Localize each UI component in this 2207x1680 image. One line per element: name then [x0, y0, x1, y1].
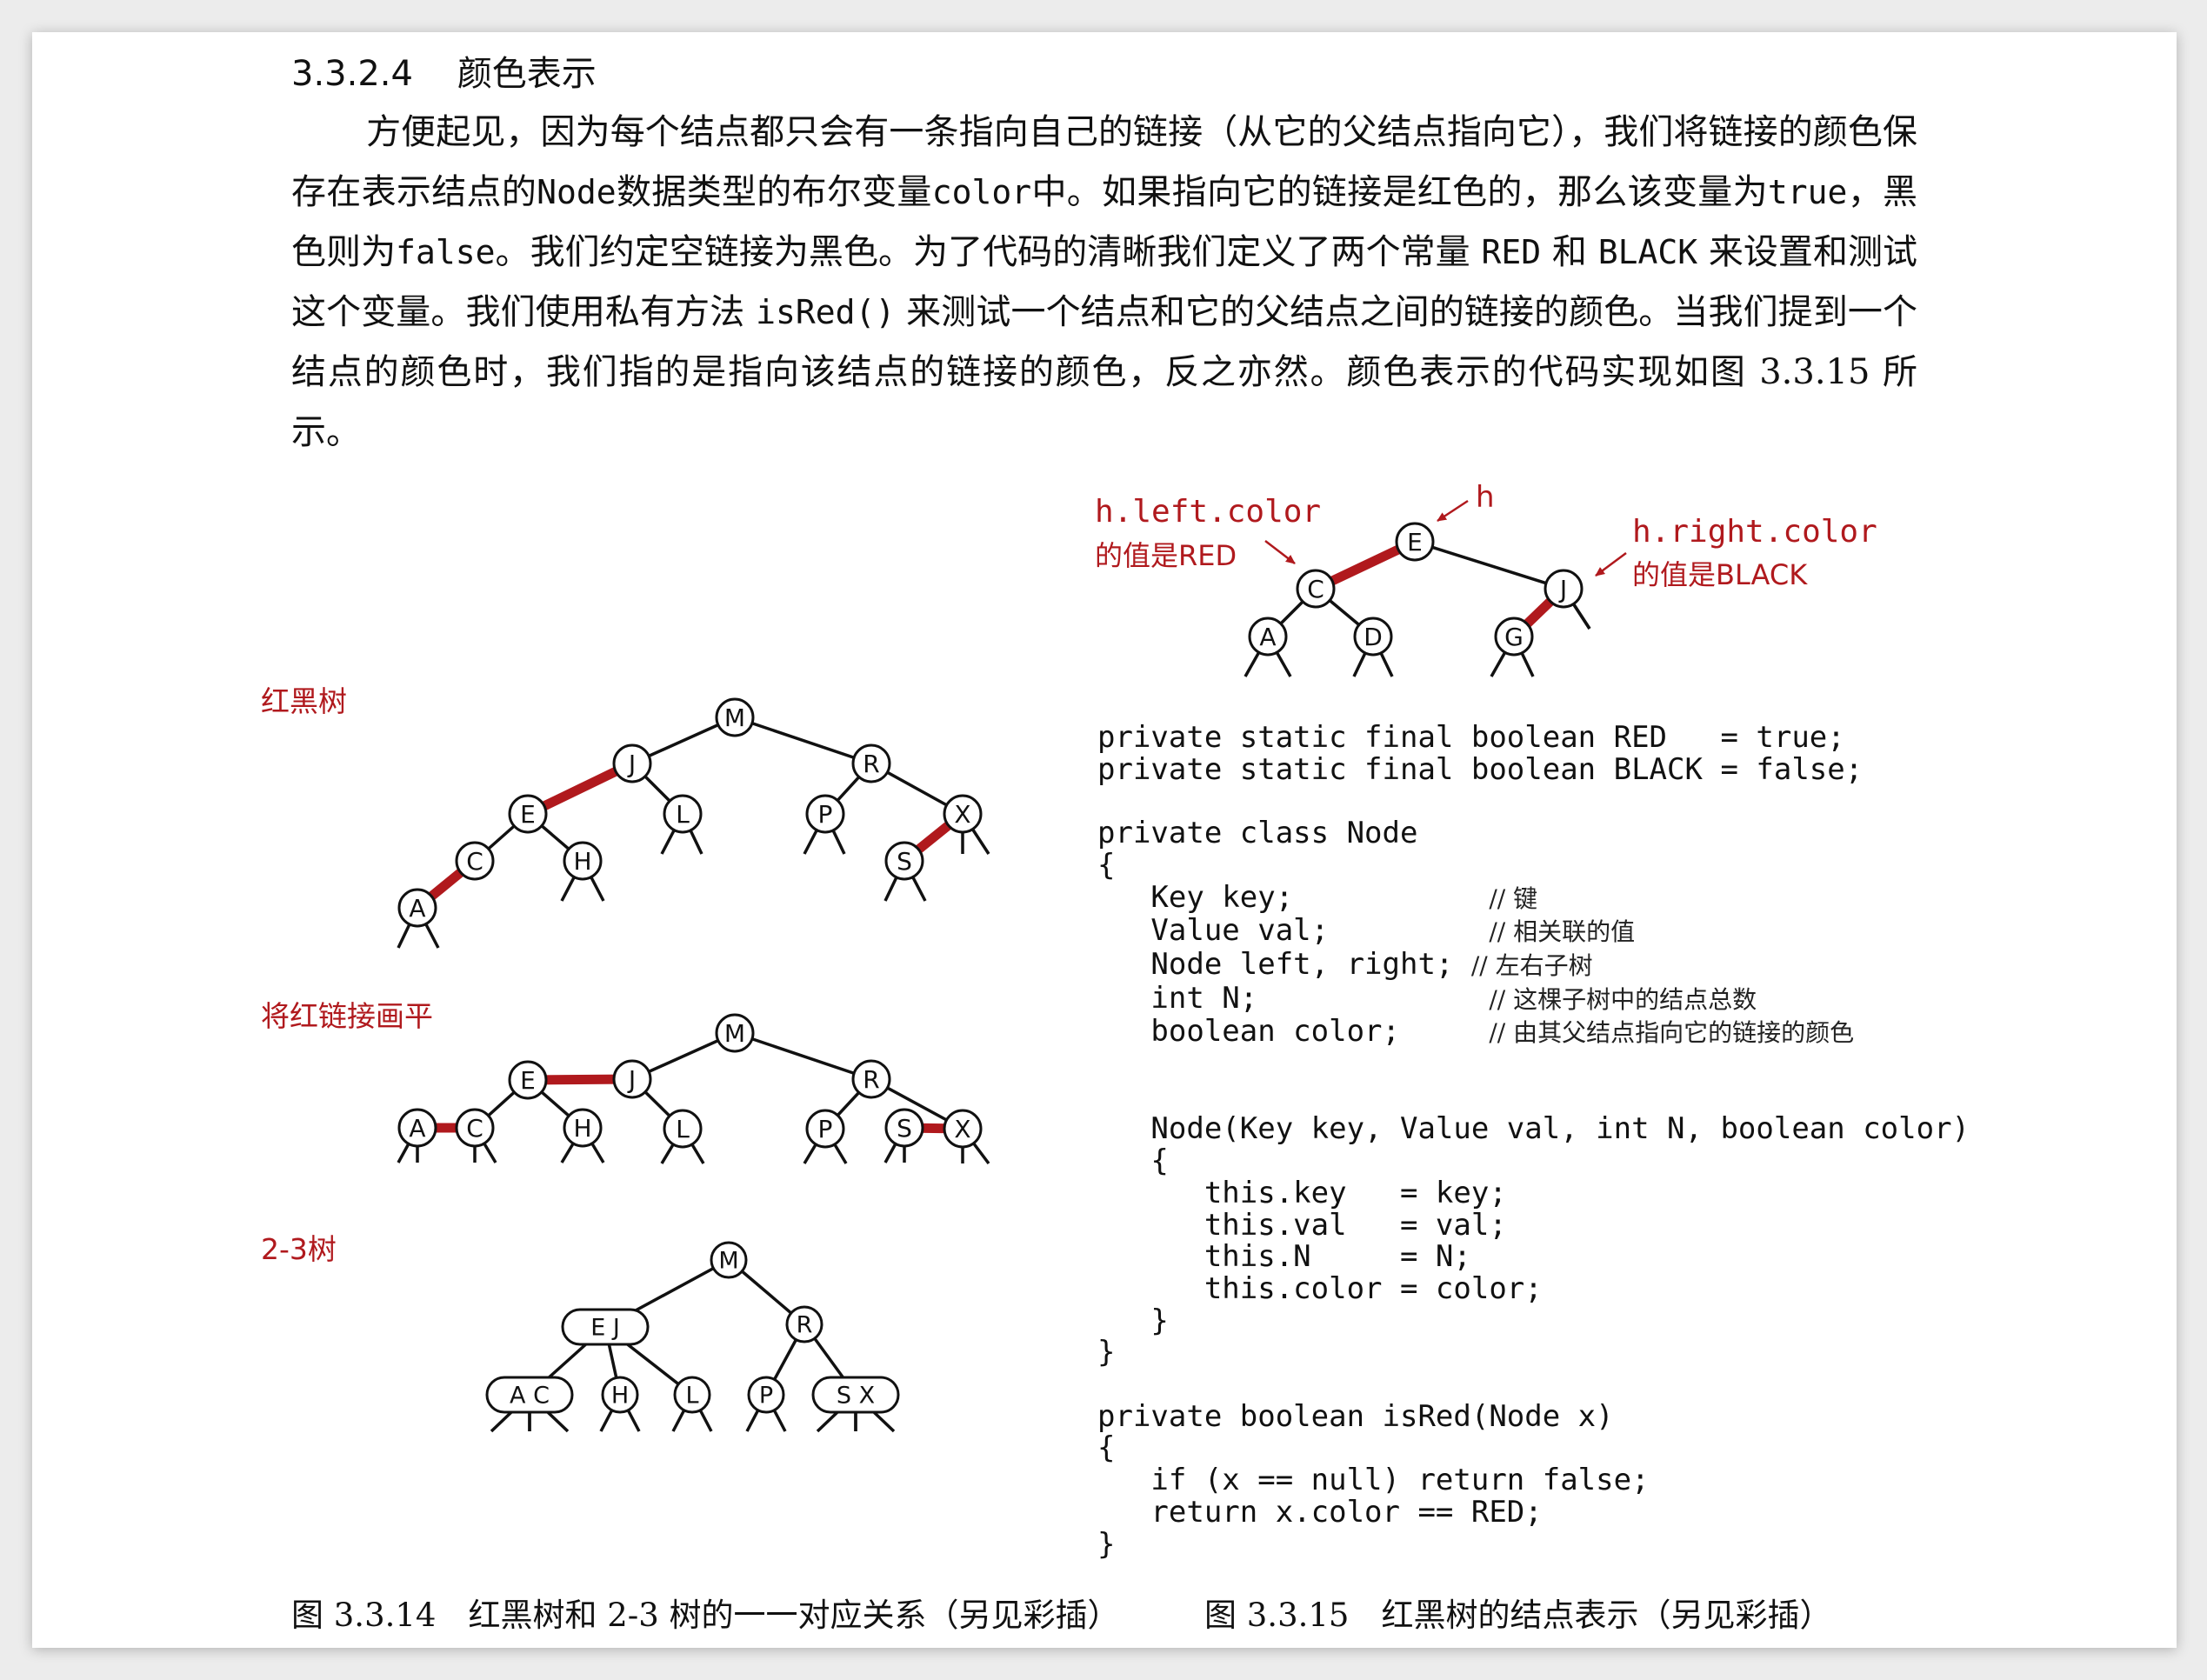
code-line: }	[1097, 1526, 1116, 1562]
node-label: P	[818, 1115, 833, 1143]
code-comment: // 这棵子树中的结点总数	[1489, 984, 1757, 1014]
node-label: L	[676, 800, 690, 829]
black-link	[1414, 540, 1564, 590]
code-comment: // 相关联的值	[1489, 917, 1636, 947]
figure-caption-3-3-15: 图 3.3.15 红黑树的结点表示（另见彩插）	[1204, 1597, 1832, 1634]
node-label: A C	[510, 1383, 550, 1410]
code-comment: // 键	[1489, 883, 1538, 913]
node-label: D	[1364, 623, 1383, 651]
node-label: E	[520, 800, 536, 829]
node-label: R	[863, 750, 879, 778]
node-label: J	[1558, 575, 1567, 603]
code-line: private boolean isRed(Node x)	[1097, 1398, 1614, 1434]
node-representation-tree: E C J A D G	[1244, 522, 1591, 677]
node-label: C	[466, 1114, 483, 1143]
node-label: L	[685, 1383, 698, 1410]
code-line: }	[1097, 1303, 1169, 1338]
code-line: this.color = color;	[1097, 1270, 1543, 1306]
annotation-arrows	[1264, 499, 1627, 577]
code-line: Value val;	[1097, 913, 1490, 949]
node-label: S	[897, 847, 912, 876]
code-line: this.N = N;	[1097, 1239, 1471, 1275]
node-label: P	[818, 800, 833, 829]
code-comment: // 由其父结点指向它的链接的颜色	[1489, 1018, 1855, 1048]
code-line: {	[1097, 1430, 1116, 1466]
node-label: G	[1504, 623, 1524, 651]
flattened-tree: M J R E L P X A C H S	[397, 1013, 990, 1165]
code-line: }	[1097, 1335, 1116, 1370]
code-line: boolean color;	[1097, 1014, 1490, 1050]
node-label: E	[1407, 528, 1423, 557]
two-three-tree: M E J R A C H L P S X	[485, 1241, 900, 1433]
code-line: this.val = val;	[1097, 1207, 1507, 1243]
code-line: return x.color == RED;	[1097, 1494, 1543, 1530]
node-label: A	[409, 1114, 425, 1143]
code-line: Key key;	[1097, 879, 1490, 915]
node-label: R	[797, 1312, 813, 1339]
node-label: J	[627, 1065, 636, 1094]
node-code-listing: private static final boolean RED = true;…	[1097, 722, 1970, 1560]
node-label: M	[724, 703, 745, 732]
node-label: J	[627, 750, 636, 778]
node-label: H	[573, 1114, 591, 1143]
code-line: if (x == null) return false;	[1097, 1463, 1650, 1498]
node-label: M	[718, 1248, 738, 1275]
code-comment: // 左右子树	[1470, 950, 1593, 980]
node-label: X	[954, 800, 970, 829]
node-label: S X	[837, 1383, 875, 1410]
node-label: C	[466, 847, 483, 876]
node-label: A	[409, 894, 425, 923]
node-label: M	[724, 1019, 745, 1048]
node-label: P	[759, 1383, 773, 1410]
code-line: Node(Key key, Value val, int N, boolean …	[1097, 1111, 1970, 1147]
black-link	[734, 716, 872, 765]
code-line: Node left, right;	[1097, 946, 1471, 982]
code-line: private static final boolean RED = true;	[1097, 720, 1845, 755]
node-label: H	[611, 1383, 629, 1410]
node-label: H	[573, 847, 591, 876]
node-label: E J	[590, 1315, 620, 1342]
node-label: S	[897, 1114, 912, 1143]
node-label: C	[1307, 575, 1324, 603]
code-line: private static final boolean BLACK = fal…	[1097, 751, 1864, 787]
node-label: X	[954, 1115, 970, 1143]
code-line: this.key = key;	[1097, 1175, 1507, 1210]
code-line: {	[1097, 1143, 1169, 1179]
code-line: {	[1097, 847, 1116, 883]
code-line: int N;	[1097, 980, 1490, 1016]
red-black-tree: M J R E L P X C H S A	[397, 697, 990, 949]
node-label: R	[863, 1065, 879, 1094]
code-line: private class Node	[1097, 816, 1418, 851]
figure-caption-3-3-14: 图 3.3.14 红黑树和 2-3 树的一一对应关系（另见彩插）	[291, 1597, 1120, 1634]
black-link	[734, 1031, 872, 1081]
node-label: A	[1259, 623, 1276, 651]
node-label: L	[676, 1115, 690, 1143]
node-label: E	[520, 1066, 536, 1095]
